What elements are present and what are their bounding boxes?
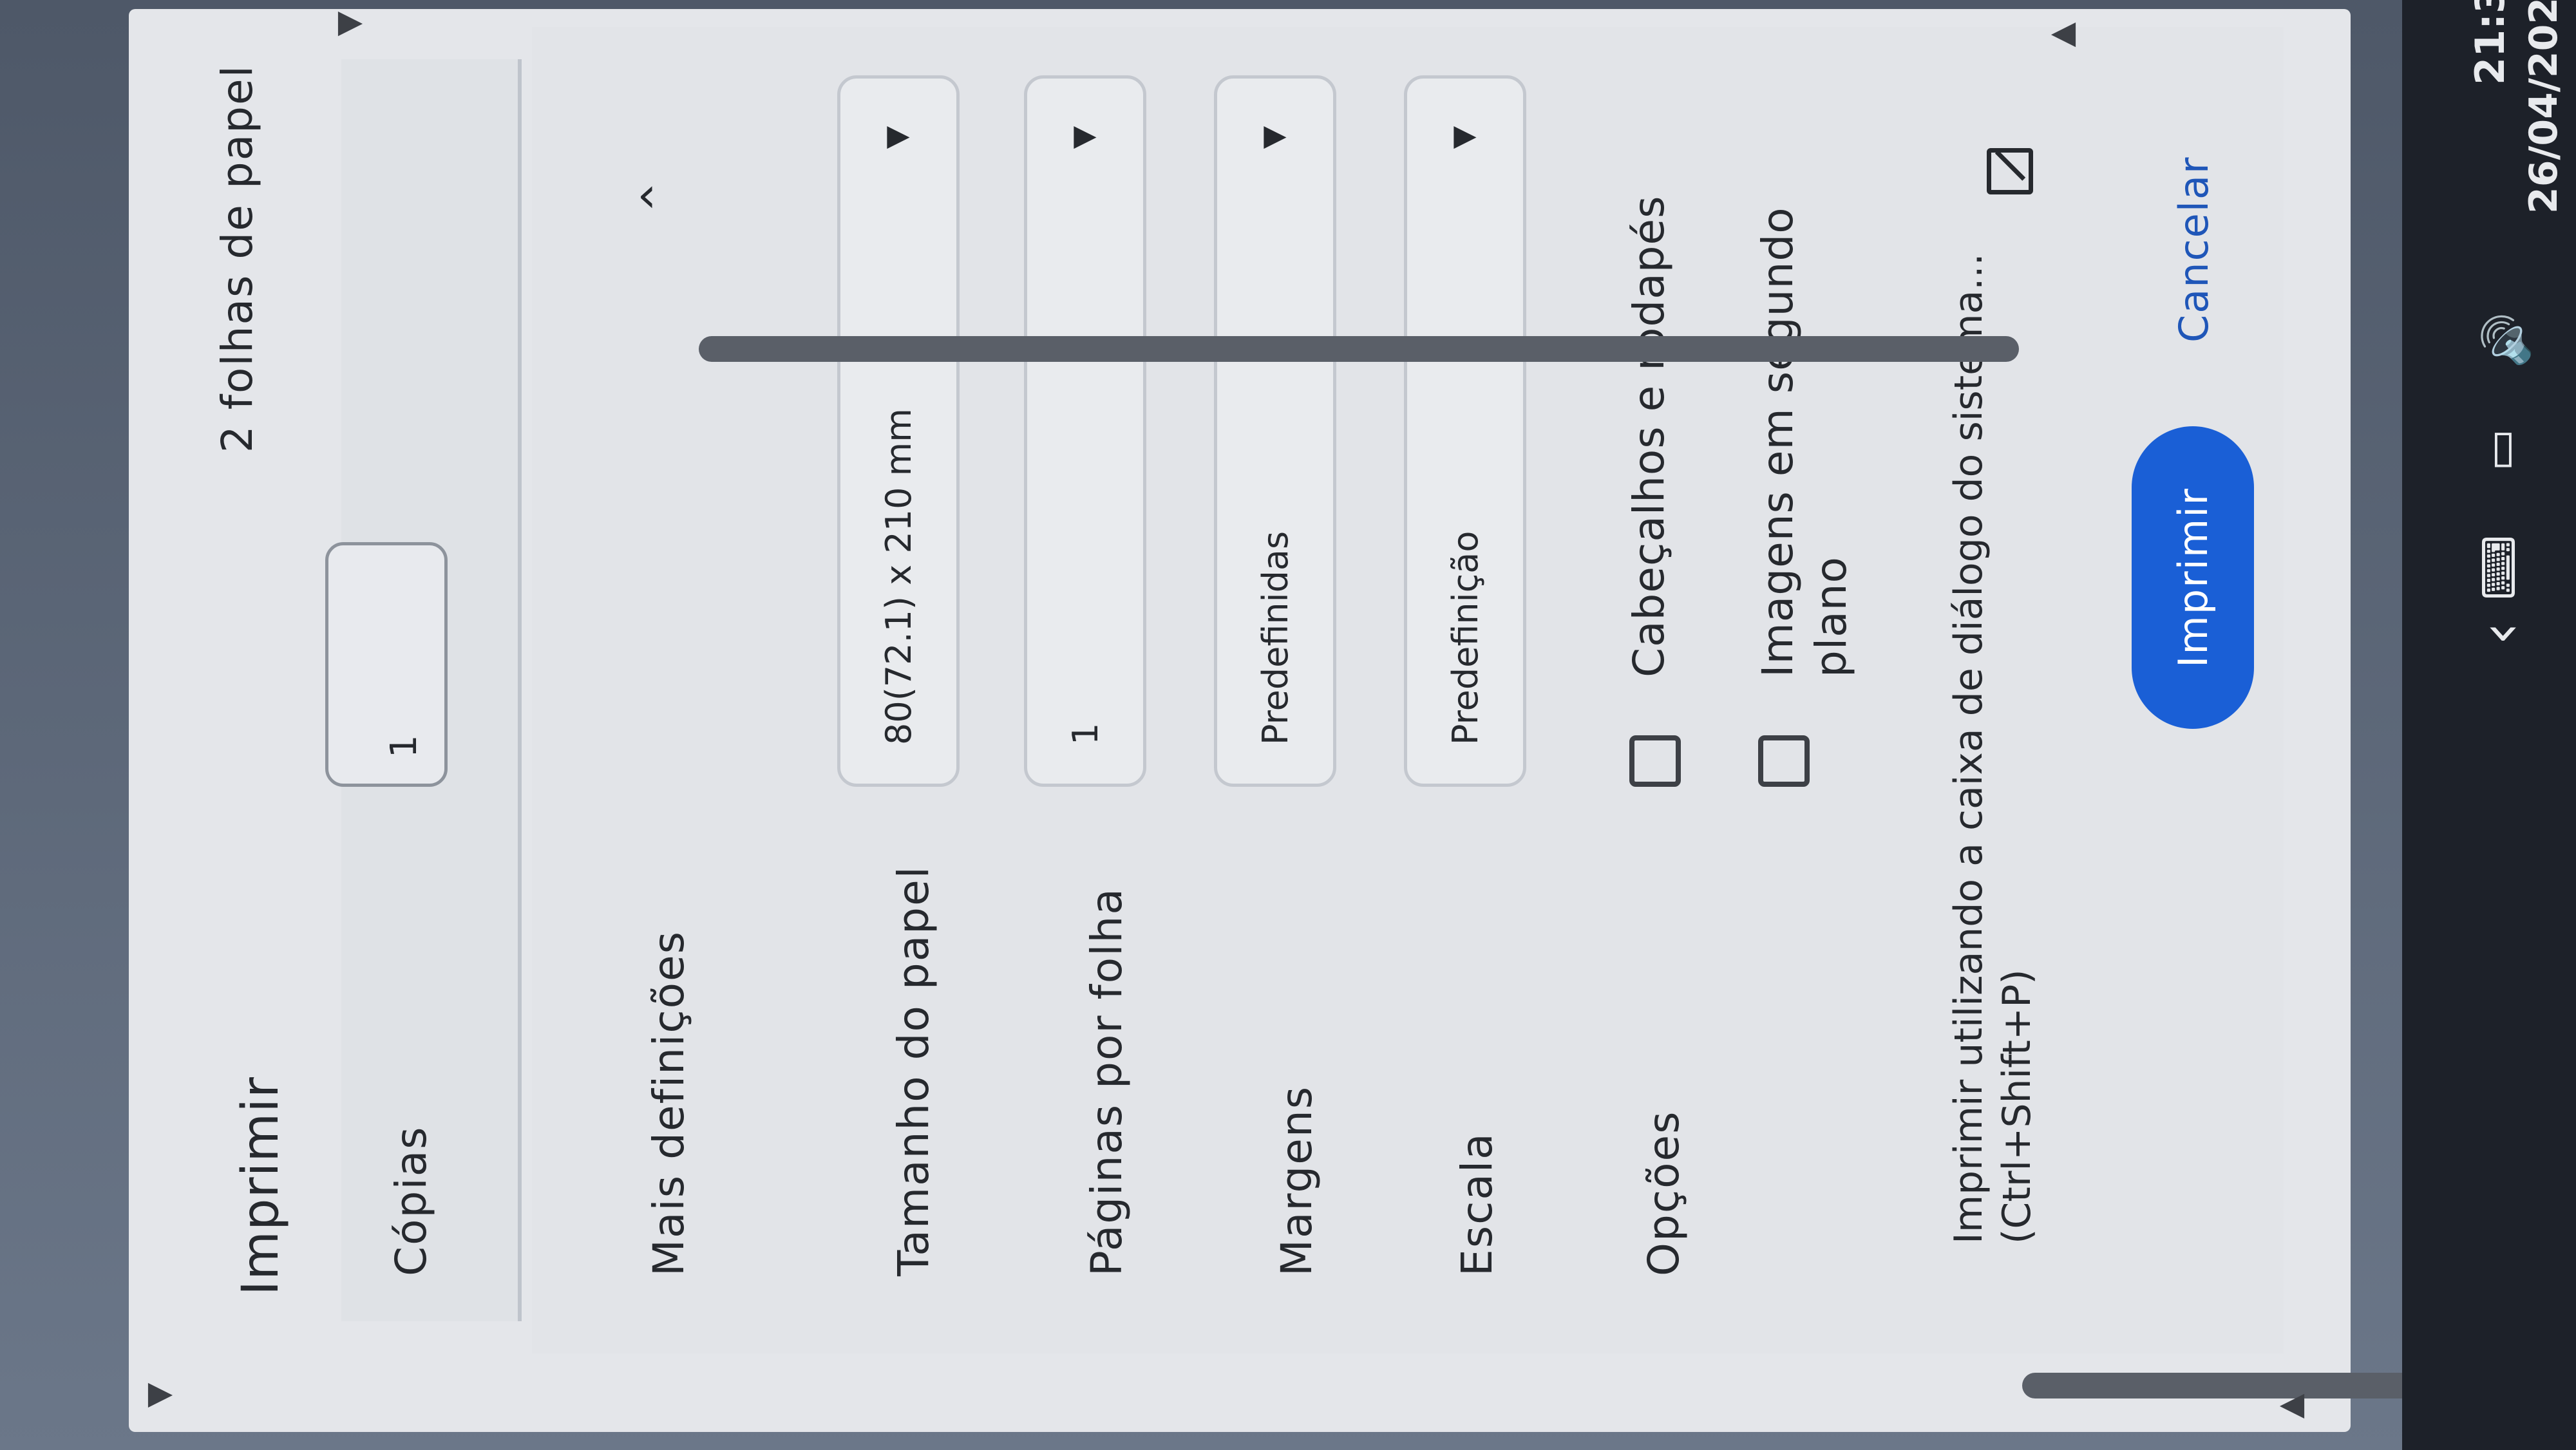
vertical-scrollbar[interactable] <box>699 336 2019 362</box>
cancel-button[interactable]: Cancelar <box>2170 137 2217 343</box>
pages-per-sheet-select[interactable]: 1 ▶ <box>1024 75 1146 787</box>
dropdown-arrow-icon: ▶ <box>887 117 910 153</box>
back-chevron-icon[interactable]: ‹ <box>2467 622 2534 645</box>
more-settings-toggle[interactable]: Mais definições <box>644 930 694 1276</box>
clock-date[interactable]: 26/04/2025 <box>2521 0 2566 214</box>
paper-size-value: 80(72.1) x 210 mm <box>878 408 919 745</box>
copies-label: Cópias <box>386 1125 436 1276</box>
pages-per-sheet-value: 1 <box>1065 722 1106 745</box>
options-label: Opções <box>1639 1110 1689 1276</box>
sound-icon[interactable]: 🔊 <box>2479 312 2533 368</box>
scroll-up-arrow-icon[interactable]: ▶ <box>148 1374 173 1411</box>
screen: Imprimir 2 folhas de papel Cópias 1 Mais… <box>0 0 2576 1450</box>
scale-label: Escala <box>1452 1132 1502 1276</box>
chevron-up-icon[interactable]: ‹ <box>637 165 656 223</box>
dropdown-arrow-icon: ▶ <box>1264 117 1287 153</box>
scale-value: Predefinição <box>1444 531 1486 745</box>
background-images-label: Imagens em segundo plano <box>1753 207 1856 677</box>
headers-footers-checkbox[interactable] <box>1629 735 1681 787</box>
dialog-title: Imprimir <box>232 1077 290 1295</box>
open-external-icon[interactable] <box>1987 148 2033 194</box>
tablet-mode-icon[interactable]: ▭ <box>2473 429 2526 471</box>
margins-label: Margens <box>1272 1085 1321 1276</box>
headers-footers-option[interactable]: Cabeçalhos e rodapés <box>1623 98 1681 787</box>
clock-time[interactable]: 21:36 <box>2467 0 2514 85</box>
sheet-count: 2 folhas de papel <box>213 64 262 453</box>
system-shelf <box>2402 0 2576 1450</box>
keyboard-icon[interactable]: ⌨ <box>2473 535 2526 600</box>
print-button[interactable]: Imprimir <box>2132 426 2254 729</box>
margins-value: Predefinidas <box>1255 531 1296 745</box>
scroll-up-arrow-icon[interactable]: ▶ <box>338 3 363 40</box>
background-images-checkbox[interactable] <box>1758 735 1810 787</box>
paper-size-select[interactable]: 80(72.1) x 210 mm ▶ <box>837 75 960 787</box>
dropdown-arrow-icon: ▶ <box>1074 117 1097 153</box>
paper-size-label: Tamanho do papel <box>889 865 938 1276</box>
dropdown-arrow-icon: ▶ <box>1454 117 1477 153</box>
scroll-down-arrow-icon[interactable]: ▶ <box>2280 1390 2304 1427</box>
headers-footers-label: Cabeçalhos e rodapés <box>1624 195 1674 677</box>
copies-input[interactable]: 1 <box>325 542 448 787</box>
pages-per-sheet-label: Páginas por folha <box>1082 887 1132 1276</box>
scale-select[interactable]: Predefinição ▶ <box>1404 75 1526 787</box>
margins-select[interactable]: Predefinidas ▶ <box>1214 75 1336 787</box>
background-images-option[interactable]: Imagens em segundo plano <box>1752 98 1858 787</box>
scroll-down-arrow-icon[interactable]: ▶ <box>2051 19 2076 56</box>
